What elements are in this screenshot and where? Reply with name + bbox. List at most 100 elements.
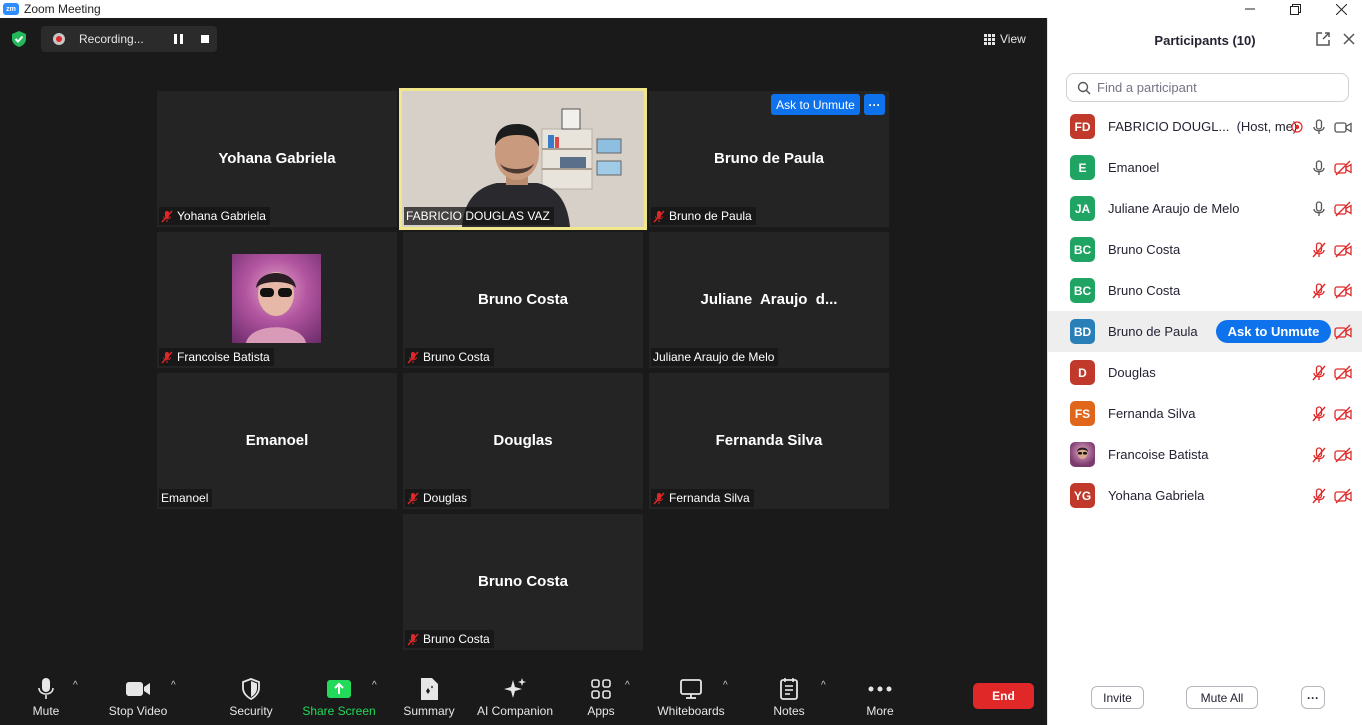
recording-dot-icon (53, 33, 65, 45)
video-off-icon[interactable] (1334, 282, 1352, 300)
summary-button[interactable]: Summary (401, 676, 457, 718)
participant-row[interactable]: FS Fernanda Silva (1048, 393, 1362, 434)
participant-row[interactable]: FD FABRICIO DOUGL... (Host, me) (1048, 106, 1362, 147)
video-tile-bruno-de-paula[interactable]: Bruno de Paula Ask to Unmute ··· Bruno d… (649, 91, 889, 227)
popout-icon[interactable] (1316, 32, 1330, 46)
security-shield-icon[interactable] (10, 30, 28, 48)
video-tile-emanoel[interactable]: Emanoel Emanoel (157, 373, 397, 509)
participant-name: Francoise Batista (1108, 447, 1209, 462)
stop-recording-icon[interactable] (201, 35, 209, 43)
muted-mic-icon (653, 210, 665, 222)
title-bar: zm Zoom Meeting (0, 0, 1362, 18)
participant-name: Bruno Costa (1108, 283, 1181, 298)
panel-title: Participants (10) (1154, 33, 1256, 48)
video-tile-fernanda[interactable]: Fernanda Silva Fernanda Silva (649, 373, 889, 509)
participant-row[interactable]: D Douglas (1048, 352, 1362, 393)
tile-name-label: Juliane Araujo de Melo (651, 348, 779, 366)
share-options-caret[interactable]: ^ (372, 680, 377, 691)
video-off-icon[interactable] (1334, 364, 1352, 382)
video-off-icon[interactable] (1334, 405, 1352, 423)
video-off-icon[interactable] (1334, 446, 1352, 464)
tile-name-label: Bruno de Paula (651, 207, 756, 225)
apps-options-caret[interactable]: ^ (625, 680, 630, 691)
whiteboards-button[interactable]: Whiteboards (655, 676, 727, 718)
participant-name: Emanoel (1108, 160, 1160, 175)
whiteboards-options-caret[interactable]: ^ (723, 680, 728, 691)
tile-more-button[interactable]: ··· (864, 94, 885, 115)
muted-mic-icon (407, 633, 419, 645)
share-screen-button[interactable]: Share Screen (302, 676, 376, 718)
tile-name-label: Bruno Costa (405, 348, 494, 366)
video-off-icon[interactable] (1334, 159, 1352, 177)
search-input[interactable] (1097, 80, 1337, 95)
video-tile-bruno-costa[interactable]: Bruno Costa Bruno Costa (403, 232, 643, 368)
video-off-icon[interactable] (1334, 487, 1352, 505)
tile-name-label: Yohana Gabriela (159, 207, 270, 225)
microphone-icon (37, 676, 55, 702)
tile-name-label: Bruno Costa (405, 630, 494, 648)
microphone-icon[interactable] (1310, 200, 1328, 218)
muted-mic-icon[interactable] (1310, 282, 1328, 300)
video-tile-douglas[interactable]: Douglas Douglas (403, 373, 643, 509)
participant-row[interactable]: JA Juliane Araujo de Melo (1048, 188, 1362, 229)
audio-options-caret[interactable]: ^ (73, 680, 78, 691)
ai-companion-button[interactable]: AI Companion (475, 676, 555, 718)
tile-name-label: FABRICIO DOUGLAS VAZ (404, 207, 554, 225)
video-off-icon[interactable] (1334, 241, 1352, 259)
microphone-icon[interactable] (1310, 118, 1328, 136)
muted-mic-icon[interactable] (1310, 446, 1328, 464)
participant-row[interactable]: BC Bruno Costa (1048, 229, 1362, 270)
end-meeting-button[interactable]: End (973, 683, 1034, 709)
video-tile-juliane[interactable]: Juliane Araujo d... Juliane Araujo de Me… (649, 232, 889, 368)
video-tile-fabricio-speaker[interactable]: FABRICIO DOUGLAS VAZ (399, 88, 647, 230)
close-window-icon[interactable] (1318, 0, 1362, 18)
restore-icon[interactable] (1272, 0, 1318, 18)
grid-view-icon (984, 33, 995, 45)
microphone-icon[interactable] (1310, 159, 1328, 177)
meeting-toolbar: Mute ^ Stop Video ^ Security Share Scree… (0, 664, 1047, 725)
more-button[interactable]: More (861, 676, 899, 718)
mute-button[interactable]: Mute (27, 676, 65, 718)
panel-more-button[interactable]: ··· (1301, 686, 1325, 709)
participant-row[interactable]: YG Yohana Gabriela (1048, 475, 1362, 516)
search-icon (1077, 81, 1091, 94)
close-panel-icon[interactable] (1342, 32, 1356, 46)
minimize-icon[interactable] (1227, 0, 1273, 18)
profile-photo (232, 254, 321, 343)
video-tile-yohana[interactable]: Yohana Gabriela Yohana Gabriela (157, 91, 397, 227)
apps-button[interactable]: Apps (584, 676, 618, 718)
pause-recording-icon[interactable] (174, 34, 183, 44)
tile-center-name: Emanoel (245, 432, 309, 449)
video-tile-bruno-costa-2[interactable]: Bruno Costa Bruno Costa (403, 514, 643, 650)
participant-row[interactable]: BC Bruno Costa (1048, 270, 1362, 311)
notes-icon (780, 676, 798, 702)
notes-options-caret[interactable]: ^ (821, 680, 826, 691)
muted-mic-icon[interactable] (1310, 364, 1328, 382)
muted-mic-icon[interactable] (1310, 405, 1328, 423)
video-camera-icon[interactable] (1334, 118, 1352, 136)
video-tile-francoise[interactable]: Francoise Batista (157, 232, 397, 368)
security-button[interactable]: Security (227, 676, 275, 718)
mute-all-button[interactable]: Mute All (1186, 686, 1258, 709)
muted-mic-icon (161, 351, 173, 363)
ask-to-unmute-button[interactable]: Ask to Unmute (1216, 320, 1331, 343)
invite-button[interactable]: Invite (1091, 686, 1144, 709)
video-off-icon[interactable] (1334, 323, 1352, 341)
video-options-caret[interactable]: ^ (171, 680, 176, 691)
zoom-logo-icon: zm (3, 3, 19, 15)
notes-button[interactable]: Notes (771, 676, 807, 718)
participant-row-highlighted[interactable]: BD Bruno de Paula Ask to Unmute (1048, 311, 1362, 352)
participant-row[interactable]: Francoise Batista (1048, 434, 1362, 475)
avatar: BC (1070, 237, 1095, 262)
participant-search[interactable] (1066, 73, 1349, 102)
video-off-icon[interactable] (1334, 200, 1352, 218)
muted-mic-icon[interactable] (1310, 241, 1328, 259)
participant-name: Fernanda Silva (1108, 406, 1196, 421)
participant-row[interactable]: E Emanoel (1048, 147, 1362, 188)
view-button[interactable]: View (984, 28, 1036, 50)
stop-video-button[interactable]: Stop Video (107, 676, 169, 718)
ask-to-unmute-button[interactable]: Ask to Unmute (771, 94, 860, 115)
muted-mic-icon[interactable] (1310, 487, 1328, 505)
avatar: BC (1070, 278, 1095, 303)
tile-center-name: Juliane Araujo d... (700, 291, 838, 308)
